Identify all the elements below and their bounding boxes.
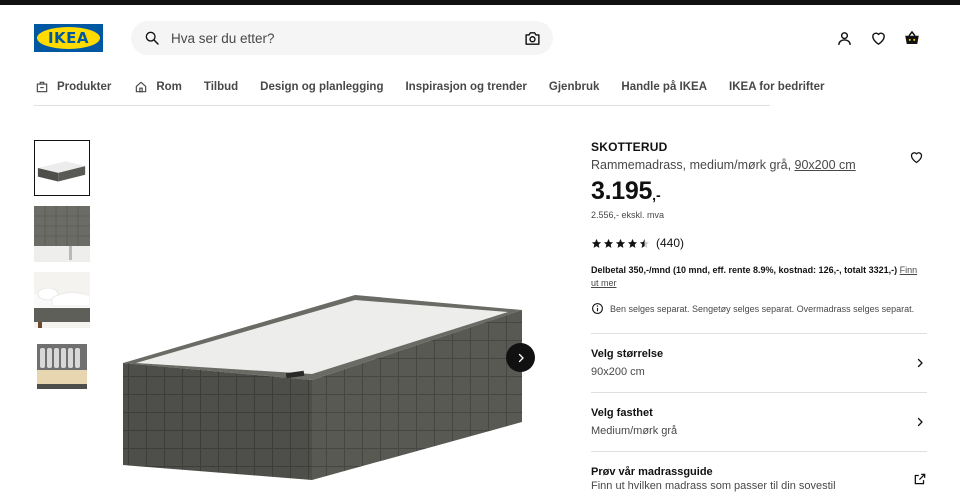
thumbnail-4[interactable] xyxy=(34,338,90,394)
top-black-bar xyxy=(0,0,960,5)
image-next-button[interactable] xyxy=(506,343,535,372)
mattress-guide-title: Prøv vår madrassguide xyxy=(591,466,713,478)
select-firmness-row[interactable]: Velg fasthet Medium/mørk grå xyxy=(591,393,927,451)
star-icon xyxy=(615,238,626,248)
info-icon xyxy=(591,302,604,315)
rating-stars xyxy=(591,238,650,249)
nav-item-bedrifter[interactable]: IKEA for bedrifter xyxy=(729,81,824,93)
nav-item-label: Produkter xyxy=(57,80,112,93)
heart-icon xyxy=(910,151,922,163)
mattress-guide-subtitle: Finn ut hvilken madrass som passer til d… xyxy=(591,480,836,492)
nav-item-gjenbruk[interactable]: Gjenbruk xyxy=(549,81,599,93)
product-name: SKOTTERUD xyxy=(591,140,668,154)
select-firmness-value: Medium/mørk grå xyxy=(591,425,678,437)
chevron-right-icon xyxy=(913,356,927,370)
star-icon xyxy=(627,238,638,248)
rating[interactable]: (440) xyxy=(591,236,927,250)
product-size-link[interactable]: 90x200 cm xyxy=(795,158,856,172)
main-product-image[interactable] xyxy=(110,160,550,502)
nav-item-handle[interactable]: Handle på IKEA xyxy=(621,81,707,93)
ikea-logo[interactable]: IKEA xyxy=(34,24,103,52)
select-size-value: 90x200 cm xyxy=(591,366,645,378)
select-firmness-text: Velg fasthet Medium/mørk grå xyxy=(591,407,677,437)
nav-item-label: IKEA for bedrifter xyxy=(729,80,825,93)
nav-item-label: Inspirasjon og trender xyxy=(405,80,527,93)
price-ex-vat: 2.556,- ekskl. mva xyxy=(591,210,665,220)
nav-item-inspirasjon[interactable]: Inspirasjon og trender xyxy=(405,81,526,93)
chevron-right-icon xyxy=(913,415,927,429)
logo-oval: IKEA xyxy=(37,27,100,49)
thumbnail-list xyxy=(34,140,90,394)
select-size-title: Velg størrelse xyxy=(591,348,664,360)
nav-item-label: Gjenbruk xyxy=(548,80,600,93)
thumbnail-3[interactable] xyxy=(34,272,90,328)
account-icon[interactable] xyxy=(834,28,854,48)
search-bar[interactable] xyxy=(131,21,553,55)
price: 3.195 ,- xyxy=(591,176,927,206)
nav-item-label: Rom xyxy=(156,80,182,93)
external-link-icon xyxy=(913,472,927,486)
product-details: SKOTTERUD Rammemadrass, medium/mørk grå,… xyxy=(591,140,927,492)
main-nav: Produkter Rom Tilbud Design og planleggi… xyxy=(34,68,824,106)
heart-icon[interactable] xyxy=(868,28,888,48)
add-to-favorites-button[interactable] xyxy=(905,146,927,168)
select-size-row[interactable]: Velg størrelse 90x200 cm xyxy=(591,334,927,392)
search-icon xyxy=(143,29,161,47)
home-icon xyxy=(133,79,149,95)
price-main: 3.195 xyxy=(591,177,653,205)
star-icon xyxy=(603,238,614,248)
thumbnail-1[interactable] xyxy=(34,140,90,196)
half-star-icon xyxy=(639,238,650,248)
rating-count: (440) xyxy=(656,236,685,250)
nav-item-label: Tilbud xyxy=(203,80,239,93)
logo-text: IKEA xyxy=(47,29,90,47)
info-text: Ben selges separat. Sengetøy selges sepa… xyxy=(610,303,915,314)
star-icon xyxy=(591,238,602,248)
nav-item-label: Handle på IKEA xyxy=(621,80,708,93)
finance-info: Delbetal 350,-/mnd (10 mnd, eff. rente 8… xyxy=(591,264,927,290)
nav-item-produkter[interactable]: Produkter xyxy=(34,79,111,95)
chevron-right-icon xyxy=(518,353,524,362)
price-suffix: ,- xyxy=(652,187,661,203)
select-firmness-title: Velg fasthet xyxy=(591,407,653,419)
product-description: Rammemadrass, medium/mørk grå, 90x200 cm xyxy=(591,158,927,172)
basket-icon[interactable] xyxy=(902,28,922,48)
nav-item-tilbud[interactable]: Tilbud xyxy=(204,81,238,93)
finance-text: Delbetal 350,-/mnd (10 mnd, eff. rente 8… xyxy=(591,265,898,275)
nav-item-label: Design og planlegging xyxy=(260,80,384,93)
thumbnail-2[interactable] xyxy=(34,206,90,262)
mattress-guide-row[interactable]: Prøv vår madrassguide Finn ut hvilken ma… xyxy=(591,452,927,492)
products-icon xyxy=(34,79,50,95)
camera-icon[interactable] xyxy=(523,29,541,47)
info-notice: Ben selges separat. Sengetøy selges sepa… xyxy=(591,302,927,315)
search-input[interactable] xyxy=(171,30,523,46)
header-actions xyxy=(834,28,922,48)
select-size-text: Velg størrelse 90x200 cm xyxy=(591,348,663,378)
product-description-text: Rammemadrass, medium/mørk grå, xyxy=(591,158,792,172)
mattress-guide-text: Prøv vår madrassguide Finn ut hvilken ma… xyxy=(591,466,836,492)
nav-item-rom[interactable]: Rom xyxy=(133,79,182,95)
nav-item-design[interactable]: Design og planlegging xyxy=(260,81,383,93)
